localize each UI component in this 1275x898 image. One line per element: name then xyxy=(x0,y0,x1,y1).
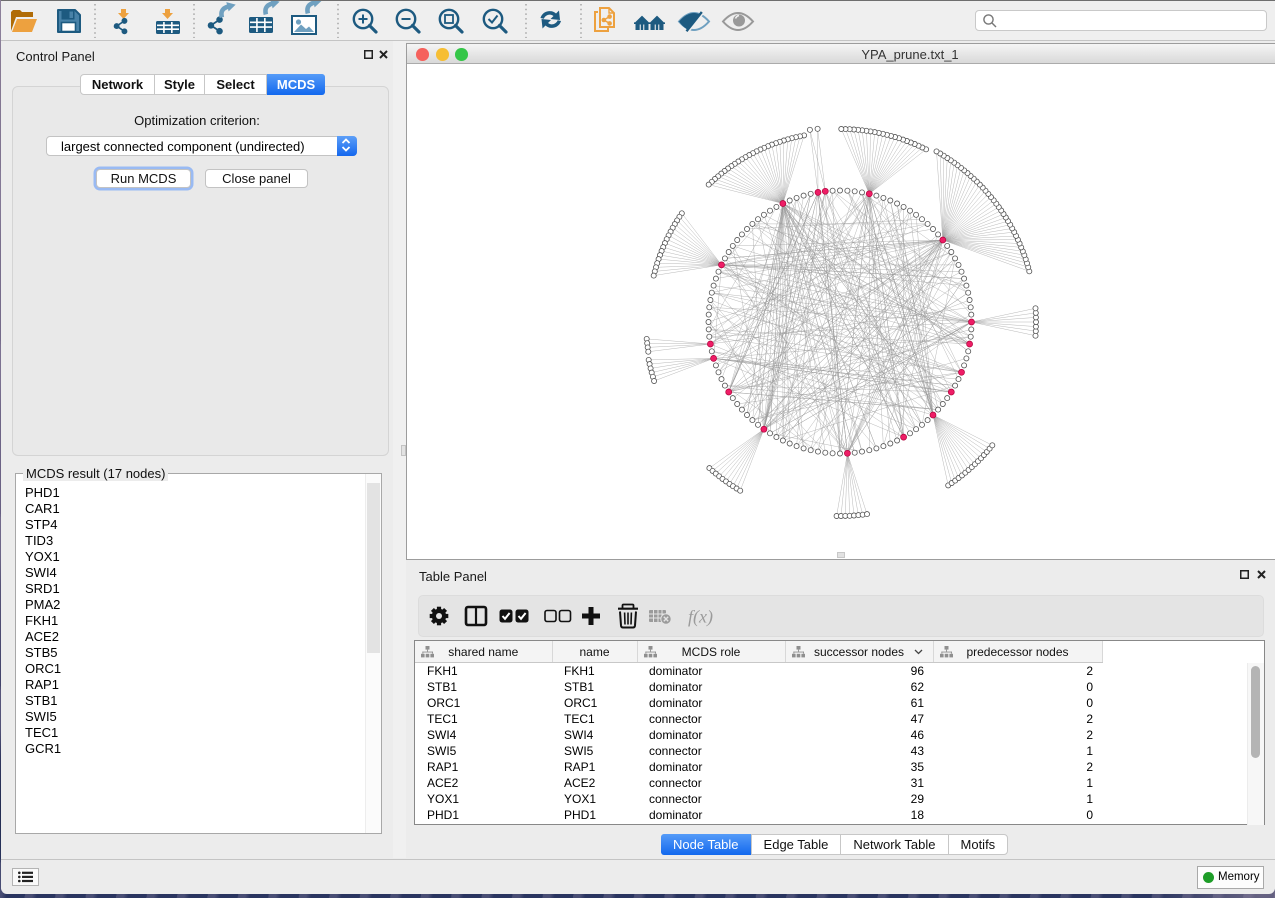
svg-text:f(x): f(x) xyxy=(688,607,713,628)
